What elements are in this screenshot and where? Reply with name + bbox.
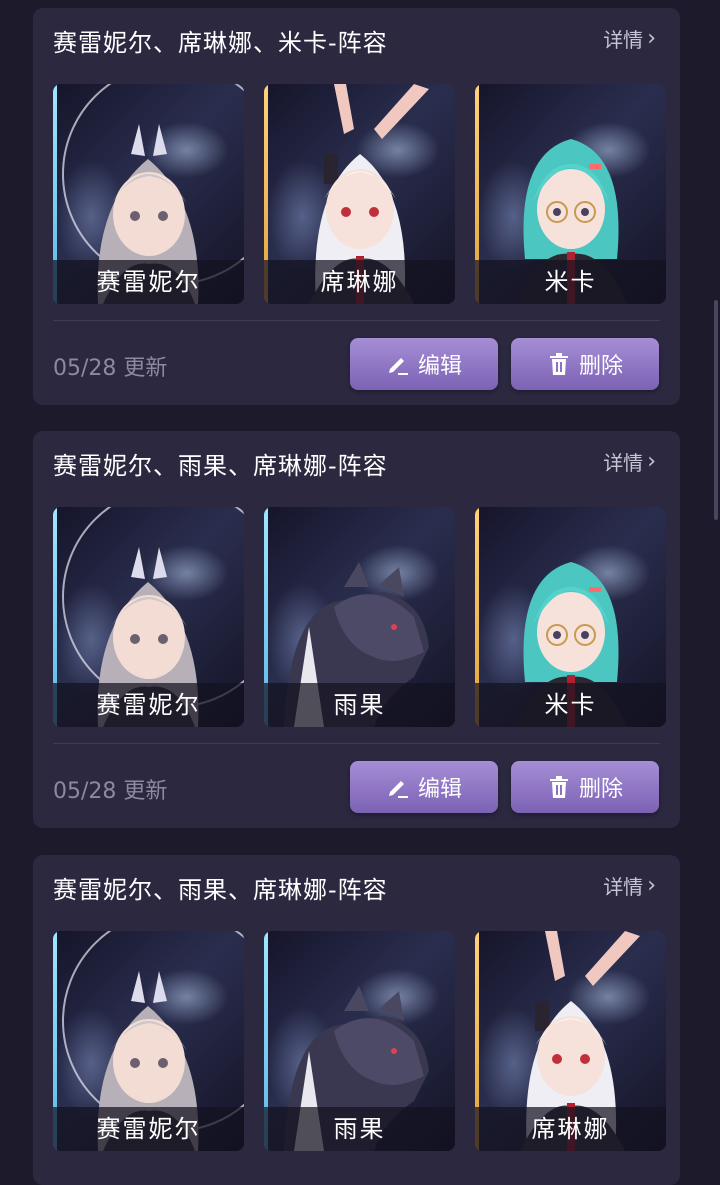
chevron-right-icon: › [647,873,656,898]
chevron-right-icon: › [647,449,656,474]
chevron-right-icon: › [647,26,656,51]
edit-label: 编辑 [417,777,462,802]
team-title: 赛雷妮尔、雨果、席琳娜-阵容 [53,452,388,480]
details-label: 详情 [603,451,644,475]
member-name: 米卡 [475,260,666,304]
update-date: 05/28 更新 [53,779,168,804]
edit-button[interactable]: 编辑 [350,338,498,390]
edit-label: 编辑 [417,354,462,379]
member-portraits: 赛雷妮尔 席琳娜 米卡 [53,84,666,304]
delete-label: 删除 [578,777,623,802]
member-name: 雨果 [264,683,455,727]
details-link[interactable]: 详情 › [603,871,656,900]
team-title: 赛雷妮尔、席琳娜、米卡-阵容 [53,29,388,57]
member-name: 米卡 [475,683,666,727]
member-portrait[interactable]: 赛雷妮尔 [53,507,244,727]
edit-button[interactable]: 编辑 [350,761,498,813]
member-portrait[interactable]: 赛雷妮尔 [53,84,244,304]
details-label: 详情 [603,28,644,52]
member-name: 席琳娜 [475,1107,666,1151]
member-portrait[interactable]: 雨果 [264,507,455,727]
update-date: 05/28 更新 [53,356,168,381]
member-portrait[interactable]: 雨果 [264,931,455,1151]
delete-label: 删除 [578,354,623,379]
member-portraits: 赛雷妮尔 雨果 [53,931,666,1151]
pencil-icon [388,781,408,798]
member-name: 赛雷妮尔 [53,260,244,304]
member-portrait[interactable]: 席琳娜 [475,931,666,1151]
trash-icon [549,353,568,375]
team-card: 赛雷妮尔、雨果、席琳娜-阵容 详情 › 赛雷妮尔 [33,855,680,1185]
divider [53,743,660,744]
member-name: 赛雷妮尔 [53,683,244,727]
member-portrait[interactable]: 米卡 [475,84,666,304]
member-portraits: 赛雷妮尔 雨果 [53,507,666,727]
details-link[interactable]: 详情 › [603,447,656,476]
scrollbar[interactable] [714,300,718,520]
team-card: 赛雷妮尔、雨果、席琳娜-阵容 详情 › 赛雷妮尔 [33,431,680,828]
team-title: 赛雷妮尔、雨果、席琳娜-阵容 [53,876,388,904]
member-name: 雨果 [264,1107,455,1151]
member-name: 席琳娜 [264,260,455,304]
team-card: 赛雷妮尔、席琳娜、米卡-阵容 详情 › 赛雷妮尔 席琳娜 米卡 05/28 更新… [33,8,680,405]
delete-button[interactable]: 删除 [511,338,659,390]
details-link[interactable]: 详情 › [603,24,656,53]
pencil-icon [388,358,408,375]
member-name: 赛雷妮尔 [53,1107,244,1151]
divider [53,320,660,321]
member-portrait[interactable]: 赛雷妮尔 [53,931,244,1151]
member-portrait[interactable]: 席琳娜 [264,84,455,304]
delete-button[interactable]: 删除 [511,761,659,813]
trash-icon [549,776,568,798]
details-label: 详情 [603,875,644,899]
member-portrait[interactable]: 米卡 [475,507,666,727]
